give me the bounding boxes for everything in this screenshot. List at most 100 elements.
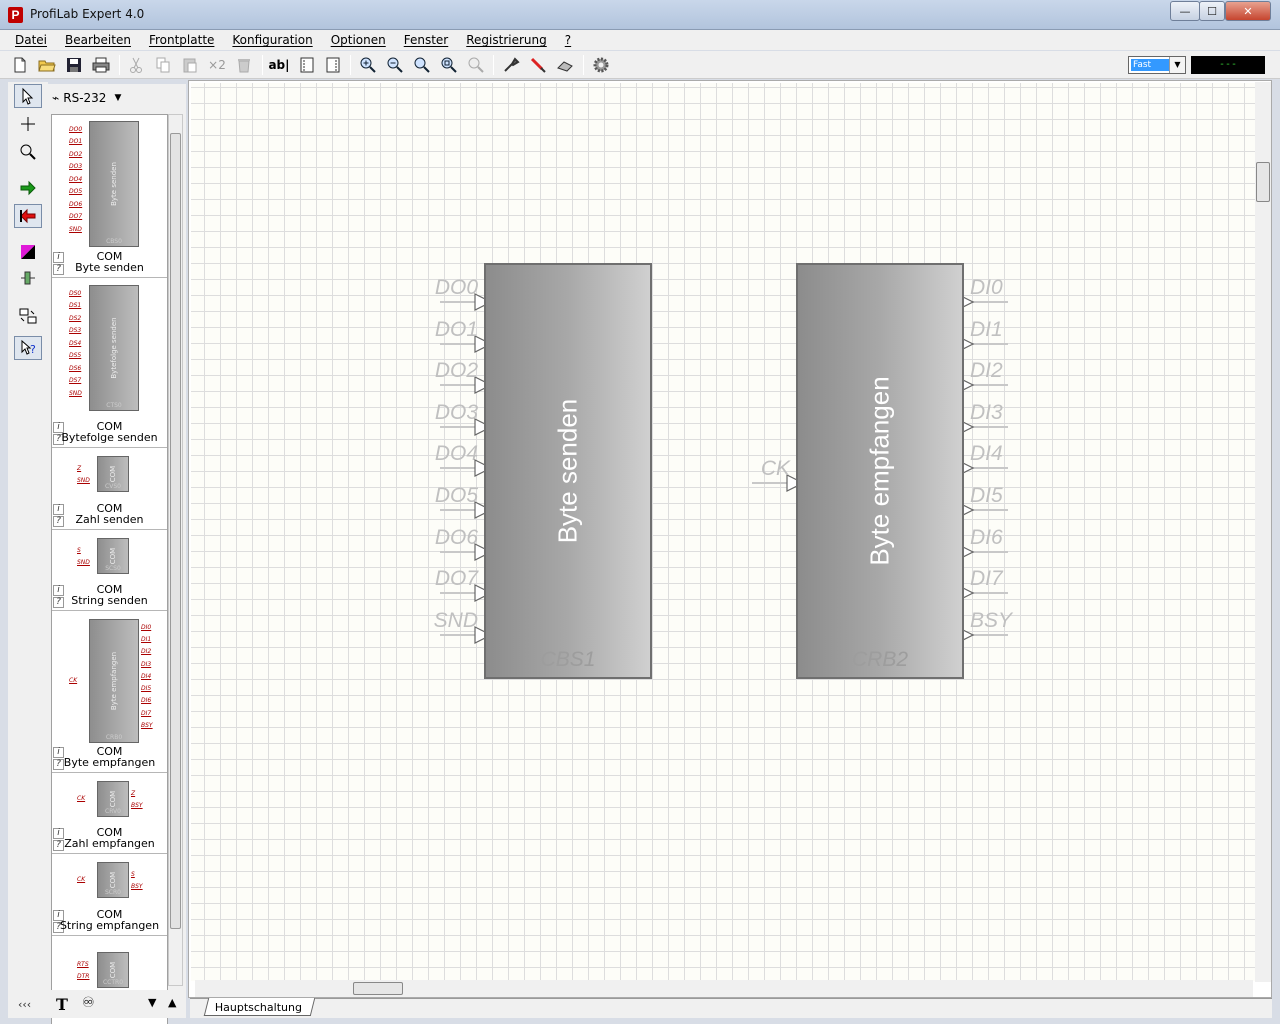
scrollbar-thumb[interactable] xyxy=(1256,162,1270,202)
schematic-block[interactable]: Byte senden CBS1 xyxy=(484,263,652,679)
zoom-out-icon[interactable] xyxy=(384,55,406,75)
crosshair-icon[interactable] xyxy=(14,112,42,136)
open-folder-icon[interactable] xyxy=(36,55,58,75)
library-item[interactable]: Byte empfangen CRB0 CK DI0 DI1 DI2 DI3 DI4 DI5 DI… xyxy=(52,613,167,773)
library-item[interactable]: Byte senden CBS0 DO0 DO1 DO2 DO3 DO4 DO5 DO6 DO7 S… xyxy=(52,115,167,278)
pin-label: DI7 xyxy=(970,567,1003,590)
delete-icon[interactable] xyxy=(233,55,255,75)
preview-pin-label: SND xyxy=(77,477,90,484)
pin-label: DO5 xyxy=(434,484,478,507)
cut-icon[interactable] xyxy=(125,55,147,75)
copy-icon[interactable] xyxy=(152,55,174,75)
arrow-left-icon[interactable] xyxy=(14,204,42,228)
preview-pin-label: DI7 xyxy=(141,709,152,717)
new-file-icon[interactable] xyxy=(9,55,31,75)
component-preview: COM CCTR0 xyxy=(97,952,129,988)
schematic-block[interactable]: Byte empfangen CRB2 xyxy=(796,263,964,679)
menu-registrierung[interactable]: Registrierung xyxy=(457,30,556,50)
app-icon: P xyxy=(8,7,23,23)
move-up-icon[interactable]: ▲ xyxy=(168,996,176,1009)
magnifier-icon[interactable] xyxy=(14,140,42,164)
scrollbar-thumb[interactable] xyxy=(170,133,181,929)
pin-label: DI2 xyxy=(970,359,1003,382)
zoom-disabled-icon[interactable] xyxy=(465,55,487,75)
schematic-canvas[interactable]: Byte senden CBS1 DO0 DO1 DO2 DO3 DO4 DO5 DO6 DO7 S… xyxy=(191,83,1255,981)
print-icon[interactable] xyxy=(90,55,112,75)
speed-select[interactable]: Fast ▼ xyxy=(1128,56,1186,74)
menu-datei[interactable]: Datei xyxy=(6,30,56,50)
block-id: CRB2 xyxy=(851,648,909,671)
align-left-icon[interactable] xyxy=(296,55,318,75)
preview-pin-label: DO7 xyxy=(69,213,83,221)
pin-label: DO7 xyxy=(434,567,478,590)
panel-bottom-bar: ‹‹‹ T ♾ ▼ ▲ xyxy=(18,990,186,1018)
menu-bearbeiten[interactable]: Bearbeiten xyxy=(56,30,140,50)
preview-pin-label: DO4 xyxy=(69,175,83,183)
zoom-in-icon[interactable] xyxy=(357,55,379,75)
toolbar-separator xyxy=(350,55,351,75)
maximize-button[interactable]: ☐ xyxy=(1199,1,1225,21)
connector-icon[interactable] xyxy=(14,266,42,290)
library-scrollbar[interactable] xyxy=(168,114,183,986)
binoculars-icon[interactable]: ♾ xyxy=(82,995,95,1011)
menu-optionen[interactable]: Optionen xyxy=(322,30,395,50)
library-item[interactable]: COM CRV0 CK Z BSY i? COM Zahl empfangen xyxy=(52,775,167,854)
library-item[interactable]: COM CVS0 Z SND i? COM Zahl senden xyxy=(52,450,167,530)
component-preview-id: CTS0 xyxy=(106,402,122,409)
menu-fenster[interactable]: Fenster xyxy=(395,30,458,50)
close-button[interactable]: ✕ xyxy=(1225,1,1271,21)
toolbar-separator xyxy=(583,55,584,75)
component-preview-id: CRB0 xyxy=(105,734,123,741)
help-pointer-icon[interactable]: ? xyxy=(14,336,42,360)
pin-label: DO1 xyxy=(434,318,478,341)
library-item[interactable]: COM SCS0 S SND i? COM String senden xyxy=(52,532,167,611)
zoom-area-icon[interactable] xyxy=(438,55,460,75)
chevron-down-icon[interactable]: ▼ xyxy=(1169,57,1185,73)
pin-label: DI0 xyxy=(970,276,1003,299)
move-down-icon[interactable]: ▼ xyxy=(148,996,156,1009)
paste-icon[interactable] xyxy=(179,55,201,75)
menu-konfiguration[interactable]: Konfiguration xyxy=(223,30,321,50)
vertical-scrollbar[interactable] xyxy=(1255,82,1271,982)
stop-icon[interactable] xyxy=(554,55,576,75)
align-right-icon[interactable] xyxy=(322,55,344,75)
component-preview: COM CRV0 xyxy=(97,781,129,817)
preview-pin-label: DTR xyxy=(77,973,90,980)
tab-hauptschaltung[interactable]: Hauptschaltung xyxy=(203,998,316,1016)
duplicate-button[interactable]: ×2 xyxy=(206,55,228,75)
library-dropdown[interactable]: ⌁ RS-232 ▼ xyxy=(50,88,180,108)
horizontal-scrollbar[interactable] xyxy=(195,980,1253,997)
toolbar-separator xyxy=(493,55,494,75)
library-item[interactable]: COM SCR0 CK S BSY i? COM String empfangen xyxy=(52,856,167,936)
preview-pin-label: DI4 xyxy=(141,672,152,680)
preview-pin-label: BSY xyxy=(131,802,143,809)
select-pointer-icon[interactable] xyxy=(14,84,42,108)
preview-pin-label: DI2 xyxy=(141,648,152,656)
settings-gear-icon[interactable] xyxy=(590,55,612,75)
library-item[interactable]: Bytefolge senden CTS0 DS0 DS1 DS2 DS3 DS4 DS5 DS… xyxy=(52,280,167,448)
toolbar-separator xyxy=(119,55,120,75)
compile-icon[interactable] xyxy=(500,55,522,75)
preview-pin-label: CK xyxy=(77,795,86,802)
arrow-right-icon[interactable] xyxy=(14,176,42,200)
left-toolbar: ? xyxy=(8,82,48,1018)
color-icon[interactable] xyxy=(14,240,42,264)
library-item-name: String senden xyxy=(71,594,148,607)
minimize-button[interactable]: — xyxy=(1170,1,1200,21)
menu-frontplatte[interactable]: Frontplatte xyxy=(140,30,223,50)
zoom-fit-icon[interactable] xyxy=(411,55,433,75)
scrollbar-thumb[interactable] xyxy=(353,982,403,995)
text-tool-button[interactable]: ab| xyxy=(268,55,290,75)
component-preview: COM CVS0 xyxy=(97,456,129,492)
text-icon[interactable]: T xyxy=(56,995,68,1014)
preview-pin-label: Z xyxy=(77,465,82,472)
pin-label: BSY xyxy=(970,609,1013,632)
component-preview-id: SCR0 xyxy=(105,889,121,896)
run-icon[interactable] xyxy=(527,55,549,75)
block-title: Byte senden xyxy=(552,398,583,544)
collapse-panel-button[interactable]: ‹‹‹ xyxy=(18,998,31,1011)
save-icon[interactable] xyxy=(63,55,85,75)
menu-help[interactable]: ? xyxy=(556,30,580,50)
preview-pin-label: BSY xyxy=(131,883,143,890)
swap-icon[interactable] xyxy=(14,304,42,328)
